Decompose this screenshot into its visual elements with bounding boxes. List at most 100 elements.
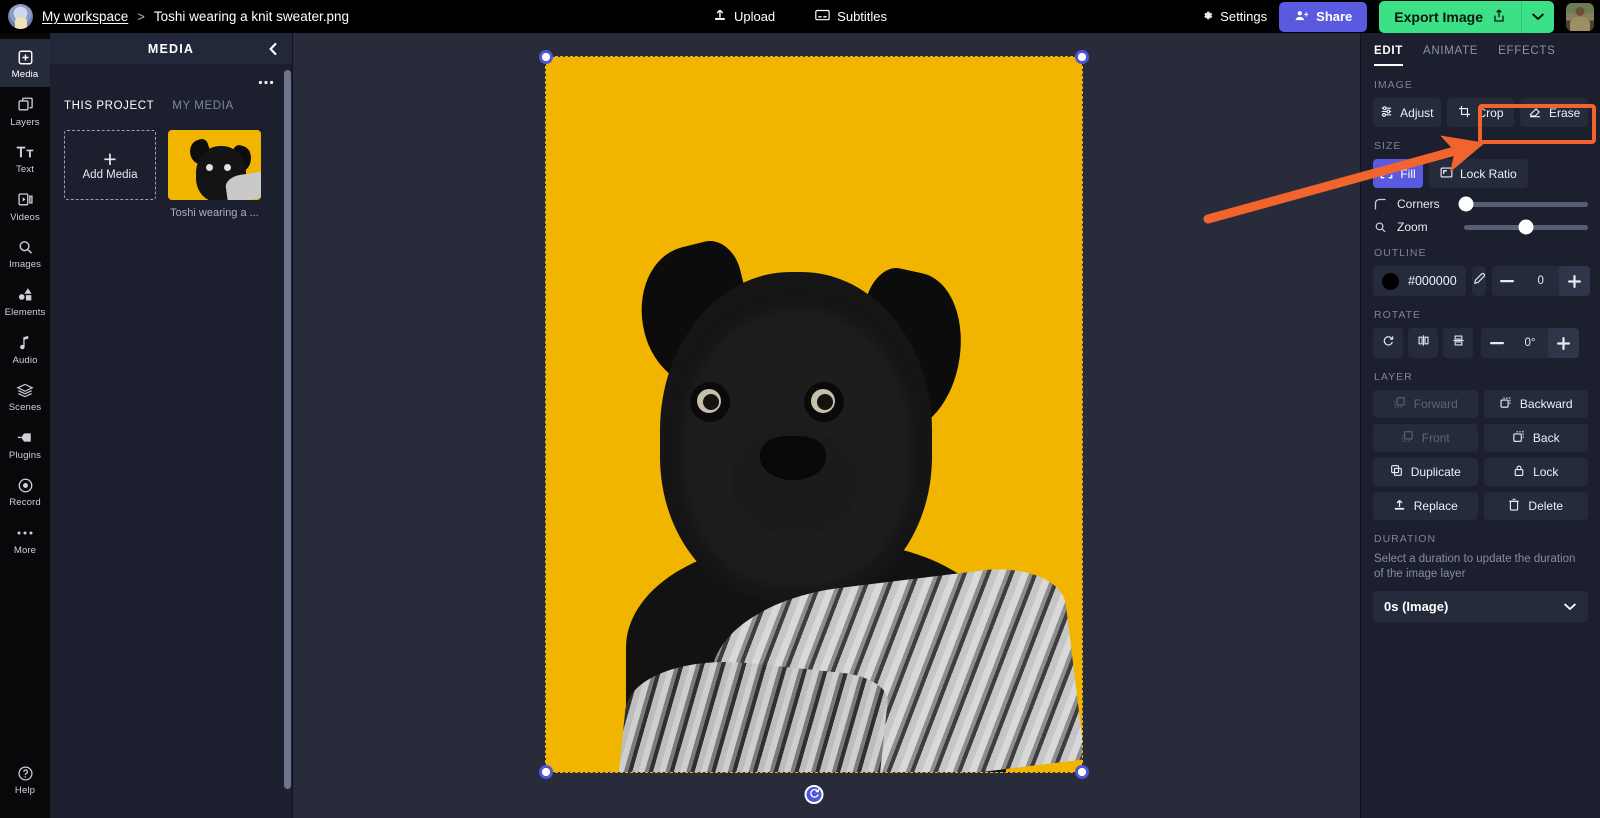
rail-label: More [13, 544, 37, 556]
flip-vertical-button[interactable] [1443, 328, 1473, 358]
rotate-icon [808, 786, 820, 804]
rail-label: Videos [10, 211, 40, 223]
front-button[interactable]: Front [1373, 424, 1478, 452]
corner-radius-icon [1373, 198, 1388, 211]
outline-width-stepper: 0 [1491, 266, 1590, 296]
crop-icon [1458, 105, 1471, 121]
outline-minus-button[interactable] [1492, 266, 1523, 296]
subtitles-button[interactable]: Subtitles [809, 4, 893, 29]
fill-button[interactable]: Fill [1373, 159, 1423, 188]
bring-forward-icon [1393, 396, 1406, 412]
rail-item-layers[interactable]: Layers [0, 87, 50, 135]
lock-ratio-label: Lock Ratio [1460, 166, 1517, 181]
tab-effects[interactable]: EFFECTS [1498, 45, 1555, 66]
backward-button[interactable]: Backward [1483, 390, 1588, 418]
resize-handle-top-left[interactable] [539, 50, 553, 64]
corners-slider-knob[interactable] [1458, 196, 1474, 212]
size-section-label: SIZE [1374, 140, 1402, 152]
export-options-button[interactable] [1521, 0, 1554, 33]
outline-color-button[interactable]: #000000 [1373, 266, 1466, 296]
resize-handle-bottom-right[interactable] [1075, 765, 1089, 779]
rail-label: Help [14, 785, 36, 797]
resize-handle-top-right[interactable] [1075, 50, 1089, 64]
media-panel-more-button[interactable] [258, 74, 274, 87]
top-bar-right-actions: Settings Share Export Image [1201, 0, 1600, 33]
rail-item-scenes[interactable]: Scenes [0, 372, 50, 420]
upload-button[interactable]: Upload [707, 4, 781, 29]
tab-this-project[interactable]: THIS PROJECT [64, 100, 154, 112]
rail-item-media[interactable]: Media [0, 39, 50, 87]
lock-icon [1513, 464, 1525, 480]
rotate-plus-button[interactable] [1548, 328, 1579, 358]
rail-item-help[interactable]: Help [0, 755, 50, 818]
duration-select[interactable]: 0s (Image) [1373, 591, 1588, 622]
zoom-slider-knob[interactable] [1518, 219, 1534, 235]
forward-button[interactable]: Forward [1373, 390, 1478, 418]
chevron-down-icon [1563, 599, 1577, 614]
outline-plus-button[interactable] [1558, 266, 1590, 296]
settings-label: Settings [1220, 9, 1268, 24]
plus-icon: + [103, 145, 117, 172]
back-button[interactable]: Back [1483, 424, 1588, 452]
rail-item-record[interactable]: Record [0, 467, 50, 515]
selected-image-frame[interactable] [539, 50, 1089, 804]
right-panel: EDIT ANIMATE EFFECTS IMAGE Adjust Crop E… [1360, 33, 1600, 818]
question-circle-icon [16, 764, 34, 782]
rail-item-videos[interactable]: Videos [0, 182, 50, 230]
add-media-button[interactable]: + Add Media [64, 130, 156, 200]
rotate-minus-button[interactable] [1481, 328, 1512, 358]
delete-button[interactable]: Delete [1483, 492, 1588, 520]
lock-ratio-button[interactable]: Lock Ratio [1429, 159, 1528, 188]
resize-handle-bottom-left[interactable] [539, 765, 553, 779]
tab-edit[interactable]: EDIT [1374, 45, 1403, 66]
add-media-label: Add Media [82, 168, 138, 181]
tab-my-media[interactable]: MY MEDIA [172, 100, 233, 112]
settings-button[interactable]: Settings [1201, 9, 1267, 25]
tab-animate[interactable]: ANIMATE [1423, 45, 1478, 66]
file-name-title[interactable]: Toshi wearing a knit sweater.png [154, 9, 349, 24]
rail-item-more[interactable]: More [0, 515, 50, 563]
rotate-handle[interactable] [804, 785, 824, 804]
rail-item-images[interactable]: Images [0, 229, 50, 277]
scrollbar-thumb[interactable] [284, 70, 291, 790]
rail-item-elements[interactable]: Elements [0, 277, 50, 325]
lock-button[interactable]: Lock [1483, 458, 1588, 486]
canvas-area[interactable] [293, 33, 1360, 818]
rail-item-audio[interactable]: Audio [0, 325, 50, 373]
share-out-icon [1492, 8, 1506, 26]
flip-horizontal-button[interactable] [1408, 328, 1438, 358]
user-avatar[interactable] [1566, 2, 1594, 31]
erase-button[interactable]: Erase [1520, 98, 1589, 127]
search-icon [16, 238, 34, 256]
export-image-button[interactable]: Export Image [1379, 0, 1521, 33]
layer-section-label: LAYER [1374, 371, 1413, 383]
rotate-ccw-button[interactable] [1373, 328, 1403, 358]
adjust-button[interactable]: Adjust [1373, 98, 1441, 127]
media-panel-scrollbar[interactable] [284, 66, 291, 815]
chevron-left-icon[interactable] [267, 41, 280, 57]
chevron-down-icon [1531, 8, 1545, 26]
outline-width-value[interactable]: 0 [1523, 275, 1559, 287]
bring-front-icon [1401, 430, 1414, 446]
corners-slider[interactable] [1458, 196, 1588, 212]
share-button[interactable]: Share [1279, 1, 1368, 32]
app-body: Media Layers Text Videos Images Elements… [0, 33, 1600, 818]
fill-label: Fill [1400, 166, 1416, 181]
rail-item-plugins[interactable]: Plugins [0, 420, 50, 468]
workspace-avatar-icon[interactable] [8, 4, 33, 29]
rotate-angle-value[interactable]: 0° [1512, 337, 1548, 349]
media-item[interactable]: Toshi wearing a ... [168, 130, 261, 219]
image-section-label: IMAGE [1374, 79, 1413, 91]
text-icon [16, 143, 34, 161]
media-panel-header: MEDIA [50, 33, 292, 64]
outline-section-label: OUTLINE [1374, 247, 1427, 259]
replace-label: Replace [1413, 499, 1458, 513]
magnifier-icon [1373, 221, 1388, 234]
duplicate-button[interactable]: Duplicate [1373, 458, 1478, 486]
eyedropper-button[interactable] [1471, 266, 1486, 296]
zoom-slider[interactable] [1464, 219, 1588, 235]
rail-item-text[interactable]: Text [0, 134, 50, 182]
crop-button[interactable]: Crop [1446, 98, 1515, 127]
replace-button[interactable]: Replace [1373, 492, 1478, 520]
workspace-link[interactable]: My workspace [42, 9, 128, 24]
